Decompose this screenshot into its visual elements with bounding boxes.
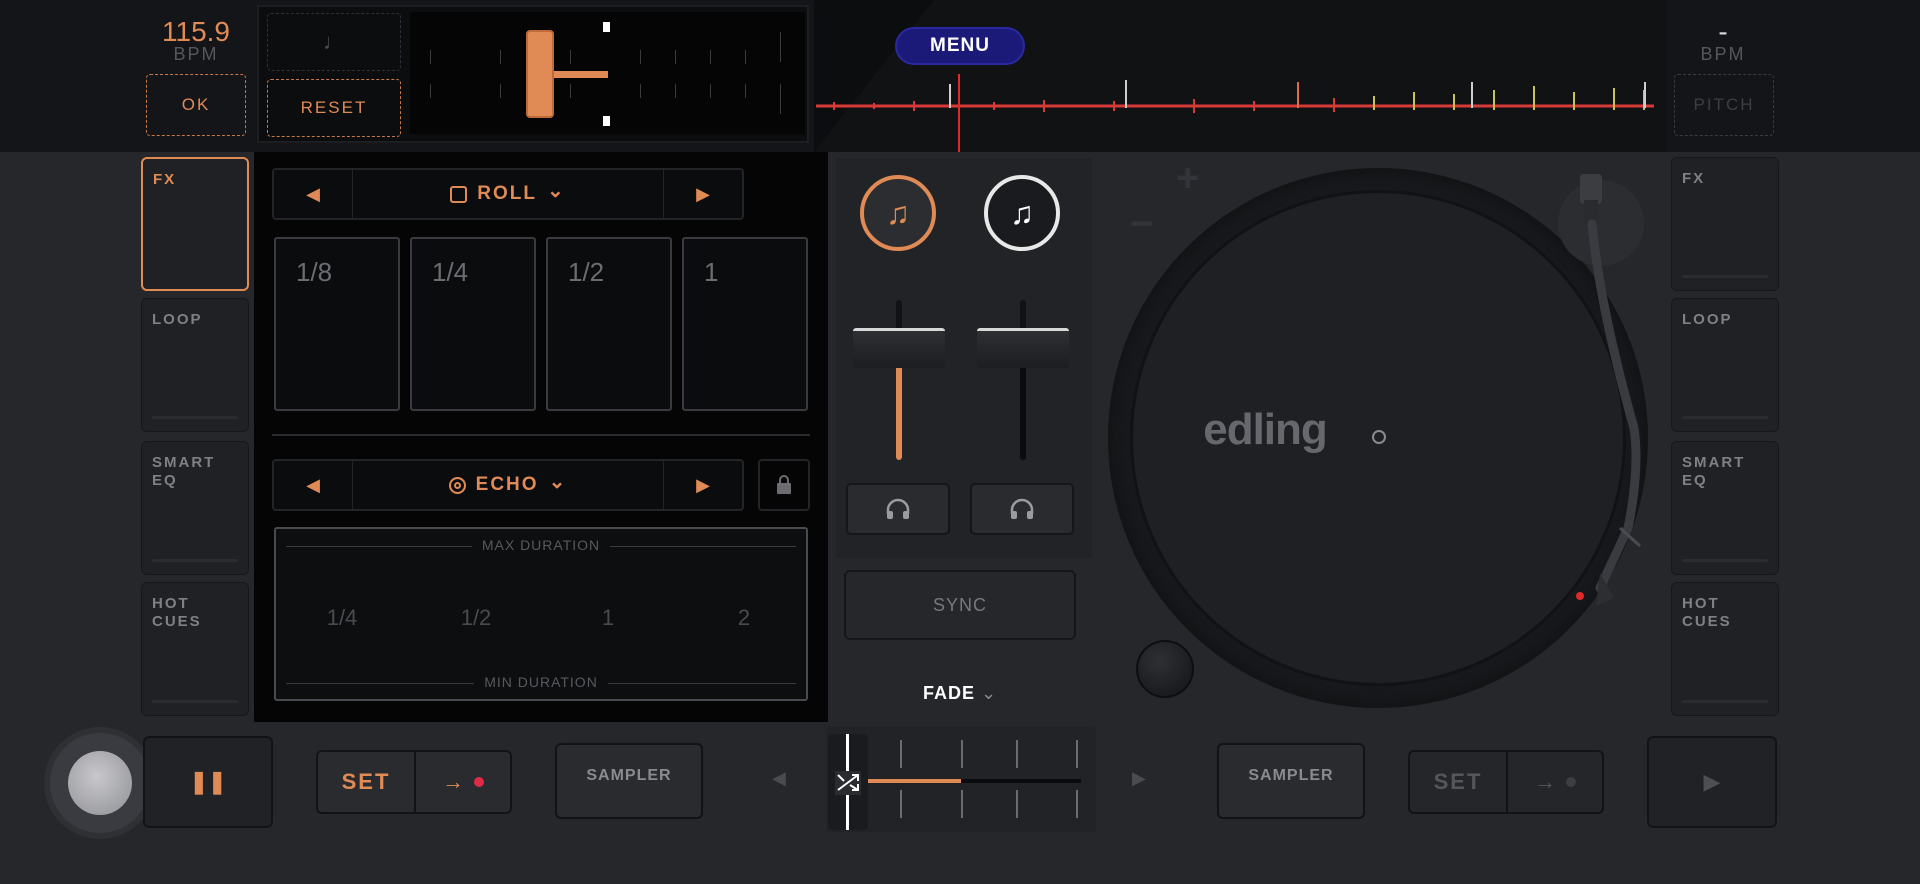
ok-button[interactable]: OK [146,74,246,136]
roll-label: ROLL [477,183,537,204]
tonearm-knob[interactable] [1136,640,1194,698]
sync-button[interactable]: SYNC [844,570,1076,640]
right-loop-button[interactable]: LOOP [1671,298,1779,432]
roll-dropdown[interactable]: ROLL ⌄ [352,170,664,218]
roll-selector: ◀ ROLL ⌄ ▶ [272,168,744,220]
left-sampler-button[interactable]: SAMPLER [555,743,703,819]
echo-xy-pad[interactable]: MAX DURATION 1/4 1/2 1 2 MIN DURATION [274,527,808,701]
chevron-down-icon: ⌄ [980,683,998,703]
menu-button[interactable]: MENU [895,27,1025,65]
roll-effect-icon [450,185,468,203]
chevron-down-icon: ⌄ [548,470,568,493]
echo-label: ECHO [475,474,539,495]
echo-value-1-4: 1/4 [326,605,358,630]
right-hot-cues-button[interactable]: HOT CUES [1671,582,1779,716]
roll-pad-1-4[interactable]: 1/4 [410,237,536,411]
arrow-right-icon: → [1534,769,1556,794]
spindle [1372,430,1386,444]
right-set-cue-group: SET → [1408,750,1604,814]
pitch-handle[interactable] [526,30,554,118]
tonearm [1576,174,1642,606]
roll-next-button[interactable]: ▶ [664,170,742,218]
echo-value-2: 2 [737,605,751,630]
right-hot-cues-label: HOT CUES [1682,595,1732,630]
minus-icon[interactable]: − [1130,202,1153,247]
right-fx-label: FX [1682,170,1706,187]
arrow-right-icon: → [442,769,464,794]
max-duration-caption: MAX DURATION [471,537,611,553]
roll-pad-1-2[interactable]: 1/2 [546,237,672,411]
echo-dropdown[interactable]: ECHO ⌄ [352,461,664,509]
play-icon: ▶ [1703,769,1721,794]
echo-prev-button[interactable]: ◀ [274,461,352,509]
left-cue-jump-button[interactable]: → [416,752,510,812]
shuffle-icon [835,771,861,795]
right-smart-eq-button[interactable]: SMART EQ [1671,441,1779,575]
pitch-indicator [554,71,608,78]
music-note-icon: ♫ [886,194,910,231]
fade-dropdown[interactable]: FADE ⌄ [900,683,1020,704]
right-track-load-button[interactable]: ♫ [984,175,1060,251]
pause-button[interactable]: ❚❚ [143,736,273,828]
left-smart-eq-label: SMART EQ [152,454,216,489]
edjing-logo: edling [1203,405,1328,454]
right-loop-label: LOOP [1682,311,1733,328]
right-volume-fader[interactable] [977,328,1069,368]
left-fx-button[interactable]: FX [141,157,249,291]
right-bpm-label: BPM [1700,44,1746,64]
right-cue-jump-button[interactable]: → [1508,752,1602,812]
left-track-load-button[interactable]: ♫ [860,175,936,251]
lock-icon [777,475,791,494]
lock-button[interactable] [758,459,810,511]
fade-label: FADE [922,683,975,703]
left-loop-button[interactable]: LOOP [141,298,249,432]
right-smart-eq-label: SMART EQ [1682,454,1746,489]
headphone-icon [1010,498,1034,519]
left-smart-eq-button[interactable]: SMART EQ [141,441,249,575]
plus-icon[interactable]: + [1176,156,1199,201]
right-headphone-button[interactable] [970,483,1074,535]
crossfader-left-arrow[interactable]: ◀ [772,768,786,789]
headphone-icon [886,498,910,519]
left-headphone-button[interactable] [846,483,950,535]
right-fx-button[interactable]: FX [1671,157,1779,291]
roll-pad-1-8[interactable]: 1/8 [274,237,400,411]
right-sampler-button[interactable]: SAMPLER [1217,743,1365,819]
echo-value-1: 1 [601,605,615,630]
crossfader-fill-left [866,779,961,783]
echo-next-button[interactable]: ▶ [664,461,742,509]
pause-icon: ❚❚ [189,769,227,794]
echo-effect-icon [448,476,466,494]
roll-pad-1[interactable]: 1 [682,237,808,411]
left-hot-cues-label: HOT CUES [152,595,202,630]
left-hot-cues-button[interactable]: HOT CUES [141,582,249,716]
echo-selector: ◀ ECHO ⌄ ▶ [272,459,744,511]
echo-value-1-2: 1/2 [460,605,492,630]
min-duration-caption: MIN DURATION [474,674,608,690]
crossfader-fill-right [961,779,1081,783]
cue-dot-icon [474,777,484,787]
note-icon[interactable]: ♩ [267,13,401,71]
crossfader-right-arrow[interactable]: ▶ [1132,768,1146,789]
left-volume-fader[interactable] [853,328,945,368]
chevron-down-icon: ⌄ [546,179,566,202]
left-set-cue-group: SET → [316,750,512,814]
right-set-button[interactable]: SET [1410,752,1508,812]
left-bpm-label: BPM [173,44,219,64]
roll-prev-button[interactable]: ◀ [274,170,352,218]
play-button[interactable]: ▶ [1647,736,1777,828]
crossfader-handle[interactable] [828,734,868,830]
music-note-icon: ♫ [1010,194,1034,231]
pitch-button[interactable]: PITCH [1674,74,1774,136]
left-set-button[interactable]: SET [318,752,416,812]
left-loop-label: LOOP [152,311,203,328]
cue-dot-icon [1566,777,1576,787]
waveform[interactable] [814,0,1666,152]
divider [272,434,810,436]
reset-button[interactable]: RESET [267,79,401,137]
joystick[interactable] [50,733,150,833]
